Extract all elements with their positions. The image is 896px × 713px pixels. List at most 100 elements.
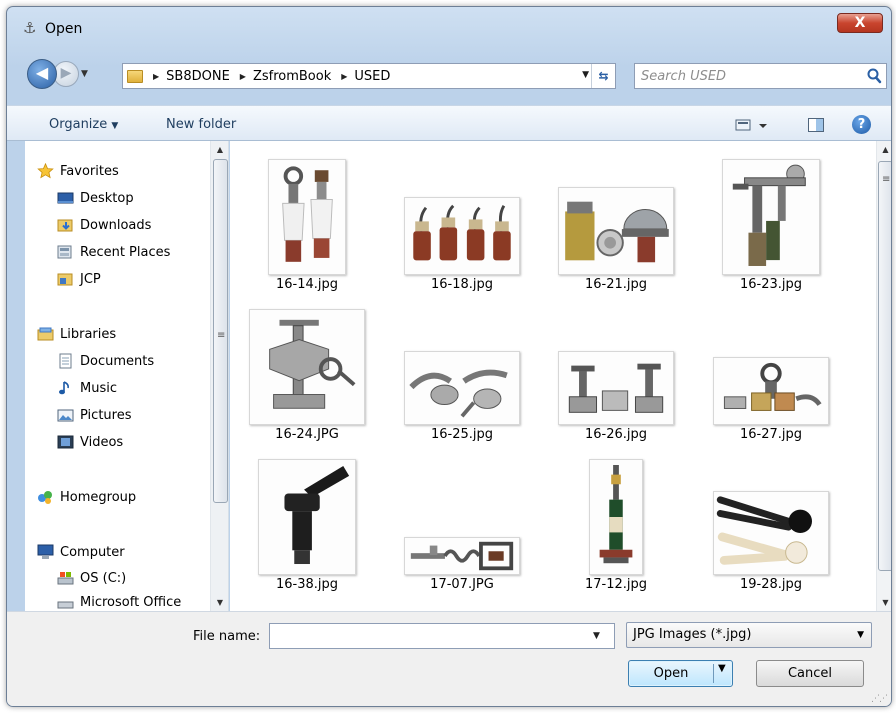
filetype-value: JPG Images (*.jpg) [633,627,752,642]
views-button[interactable] [735,116,771,134]
scroll-up-icon[interactable]: ▲ [211,141,228,158]
file-item[interactable]: 16-21.jpg [551,151,681,301]
address-dropdown-icon[interactable]: ▼ [582,70,589,80]
documents-icon [57,353,74,369]
breadcrumb-separator-icon[interactable]: ▶ [153,72,159,81]
nav-label: Recent Places [80,244,171,260]
grip-icon: ≡ [217,330,226,341]
scroll-down-icon[interactable]: ▼ [877,594,891,611]
nav-scrollbar[interactable]: ▲ ≡ ▼ [210,141,228,611]
breadcrumb-item[interactable]: USED [354,69,390,84]
nav-scroll-thumb[interactable]: ≡ [213,159,228,503]
nav-videos[interactable]: Videos [57,431,123,453]
file-name: 19-28.jpg [739,577,803,592]
search-box[interactable] [634,63,887,89]
file-scroll-thumb[interactable]: ≡ [878,161,891,571]
help-button[interactable]: ? [852,115,871,134]
nav-documents[interactable]: Documents [57,350,154,372]
nav-jcp[interactable]: JCP [57,268,101,290]
filename-dropdown-icon[interactable]: ▼ [593,631,600,641]
organize-button[interactable]: Organize ▼ [49,117,118,132]
breadcrumb-item[interactable]: SB8DONE [166,69,230,84]
drive-icon [57,570,74,586]
scroll-up-icon[interactable]: ▲ [877,141,891,158]
downloads-icon [57,217,74,233]
file-name: 16-21.jpg [584,277,648,292]
file-item[interactable]: 16-23.jpg [706,151,836,301]
open-options-icon[interactable]: ▼ [718,663,726,674]
music-icon [57,380,74,396]
filename-input[interactable] [269,623,615,649]
libraries-icon [37,326,54,342]
chevron-down-icon: ▼ [857,630,864,640]
forward-arrow-icon: ▶ [60,65,72,81]
file-item[interactable]: 17-12.jpg [551,451,681,601]
nav-microsoft-office[interactable]: Microsoft Office [57,591,181,611]
scroll-down-icon[interactable]: ▼ [211,594,228,611]
file-thumbnail [258,459,356,575]
nav-homegroup[interactable]: Homegroup [37,486,136,508]
file-scrollbar[interactable]: ▲ ≡ ▼ [876,141,891,611]
desktop-icon [57,190,74,206]
nav-downloads[interactable]: Downloads [57,214,151,236]
file-thumbnail [558,351,674,425]
nav-pictures[interactable]: Pictures [57,404,131,426]
file-item[interactable]: 16-27.jpg [706,301,836,451]
preview-pane-button[interactable] [807,116,825,134]
refresh-button[interactable]: ⇆ [591,64,615,88]
file-list[interactable]: 16-14.jpg 16-18.jpg 16-21.jpg 16-23.jpg … [230,141,891,611]
nav-label: Libraries [60,326,117,342]
nav-computer[interactable]: Computer [37,541,125,563]
file-item[interactable]: 17-07.JPG [397,451,527,601]
nav-label: Music [80,380,117,396]
file-item[interactable]: 16-38.jpg [242,451,372,601]
breadcrumb-item[interactable]: ZsfromBook [253,69,331,84]
file-name: 17-07.JPG [430,577,494,592]
history-dropdown-icon[interactable]: ▼ [81,69,88,79]
folder-icon [127,69,143,83]
nav-libraries[interactable]: Libraries [37,323,116,345]
nav-label: Documents [80,353,155,369]
file-item[interactable]: 16-18.jpg [397,151,527,301]
command-toolbar: Organize ▼ New folder ? [7,105,891,141]
back-button[interactable]: ◀ [27,59,57,89]
nav-os-c[interactable]: OS (C:) [57,567,126,589]
address-bar[interactable]: ▶ SB8DONE ▶ ZsfromBook ▶ USED ▼ ⇆ [122,63,616,89]
file-item[interactable]: 16-26.jpg [551,301,681,451]
close-button[interactable]: X [837,13,883,33]
grip-icon: ≡ [882,174,891,185]
nav-label: Favorites [60,163,119,179]
resize-grip-icon[interactable]: ⋰⋰ [871,694,888,704]
bottom-panel: File name: ▼ JPG Images (*.jpg) ▼ Open ▼… [7,611,891,706]
nav-recent-places[interactable]: Recent Places [57,241,170,263]
file-name: 17-12.jpg [584,577,648,592]
nav-label: JCP [80,271,101,287]
file-thumbnail [404,537,520,575]
breadcrumb-separator-icon[interactable]: ▶ [240,72,246,81]
filetype-select[interactable]: JPG Images (*.jpg) ▼ [626,622,872,648]
file-item[interactable]: 16-14.jpg [242,151,372,301]
search-icon[interactable] [866,67,882,85]
videos-icon [57,434,74,450]
views-icon [735,119,767,131]
new-folder-button[interactable]: New folder [166,117,236,132]
file-item[interactable]: 16-25.jpg [397,301,527,451]
open-button[interactable]: Open ▼ [628,660,733,687]
nav-favorites[interactable]: Favorites [37,160,119,182]
nav-label: Pictures [80,407,132,423]
app-icon: ⚓ [23,19,37,37]
cancel-button[interactable]: Cancel [756,660,864,687]
search-input[interactable] [641,67,856,85]
chevron-down-icon: ▼ [111,121,119,131]
navigation-pane: Favorites Desktop Downloads Recent Place… [25,141,229,611]
open-dialog: ⚓ Open X ◀ ▶ ▼ ▶ SB8DONE ▶ ZsfromBook ▶ … [6,6,892,707]
title-bar[interactable]: ⚓ Open X [7,7,891,37]
file-thumbnail [722,159,820,275]
nav-music[interactable]: Music [57,377,117,399]
file-item[interactable]: 16-24.JPG [242,301,372,451]
filename-label: File name: [193,629,261,644]
file-item[interactable]: 19-28.jpg [706,451,836,601]
split-divider [713,664,714,683]
nav-desktop[interactable]: Desktop [57,187,134,209]
breadcrumb-separator-icon[interactable]: ▶ [341,72,347,81]
